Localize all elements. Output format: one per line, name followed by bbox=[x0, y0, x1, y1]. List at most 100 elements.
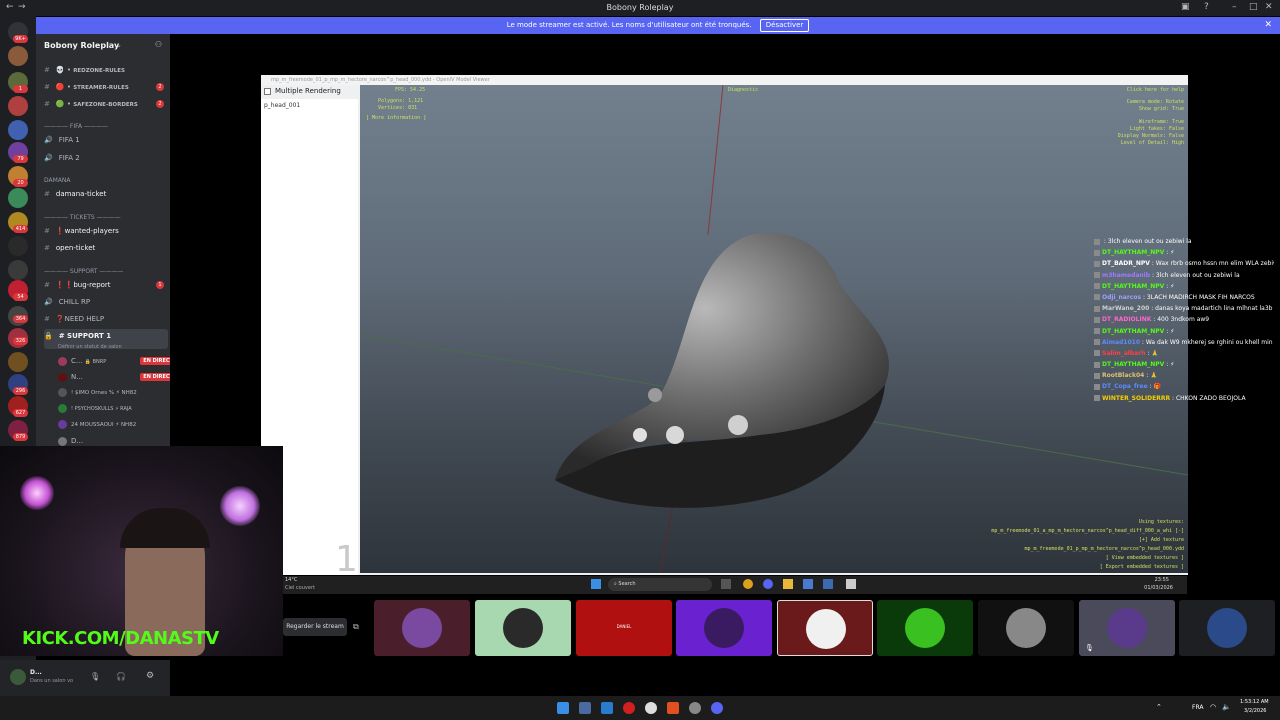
channel-streamer-rules[interactable]: # 🔴 • STREAMER-RULES 2 bbox=[44, 80, 168, 94]
tree-item[interactable]: p_head_001 bbox=[264, 102, 300, 109]
chevron-down-icon[interactable]: ⌄ bbox=[116, 41, 122, 49]
participant-tile[interactable] bbox=[978, 600, 1074, 656]
participant-tile[interactable]: DANIEL bbox=[576, 600, 672, 656]
setting-line[interactable]: Light fakes: False bbox=[1130, 126, 1184, 132]
texture-line[interactable]: [+] Add texture bbox=[1139, 537, 1184, 543]
voice-user[interactable]: ! $IMO Ornes % ⚡ NH82 bbox=[58, 386, 182, 400]
app-icon[interactable] bbox=[601, 702, 613, 714]
help-icon[interactable]: ? bbox=[1204, 2, 1209, 12]
more-information-link[interactable]: [ More information ] bbox=[366, 115, 426, 121]
server-icon[interactable] bbox=[8, 188, 28, 208]
channel-need-help[interactable]: # ❓NEED HELP bbox=[44, 312, 168, 326]
setting-line[interactable]: Camera mode: Rotate bbox=[1127, 99, 1184, 105]
checkbox-icon[interactable] bbox=[264, 88, 271, 95]
app-icon[interactable] bbox=[579, 702, 591, 714]
participant-tile[interactable] bbox=[676, 600, 772, 656]
settings-gear-icon[interactable]: ⚙ bbox=[146, 671, 154, 681]
category-support[interactable]: ———— SUPPORT ———— bbox=[44, 268, 123, 275]
participant-tile[interactable]: 🎙 bbox=[1079, 600, 1175, 656]
participant-tile[interactable] bbox=[777, 600, 873, 656]
server-icon[interactable] bbox=[8, 260, 28, 280]
chat-username[interactable]: DT_HAYTHAM_NPV bbox=[1102, 361, 1164, 368]
channel-safezone-borders[interactable]: # 🟢 • SAFEZONE-BORDERS 2 bbox=[44, 97, 168, 111]
tray-chevron-icon[interactable]: ⌃ bbox=[1156, 703, 1162, 711]
server-name[interactable]: Bobony Roleplay bbox=[44, 41, 119, 50]
search-box[interactable]: ⌕ Search bbox=[608, 578, 712, 591]
discord-icon[interactable] bbox=[711, 702, 723, 714]
setting-line[interactable]: Show grid: True bbox=[1139, 106, 1184, 112]
voice-user[interactable]: N... EN DIRECT bbox=[58, 370, 182, 384]
popout-icon[interactable]: ⧉ bbox=[353, 622, 359, 632]
chat-username[interactable]: WINTER_SOLIDERRR bbox=[1102, 395, 1170, 402]
setting-line[interactable]: Level of Detail: High bbox=[1121, 140, 1184, 146]
voice-user[interactable]: 24 MOUSSAOUI ⚡ NH82 bbox=[58, 418, 182, 432]
microphone-icon[interactable]: 🎙 bbox=[90, 672, 100, 681]
chat-username[interactable]: MarWane_200 bbox=[1102, 305, 1149, 312]
clock-date[interactable]: 3/2/2026 bbox=[1244, 708, 1266, 714]
start-icon[interactable] bbox=[591, 579, 601, 589]
close-window-icon[interactable]: ✕ bbox=[1265, 2, 1273, 12]
server-icon[interactable] bbox=[8, 352, 28, 372]
folder-icon[interactable] bbox=[783, 579, 793, 589]
texture-line[interactable]: mp_m_freemode_01_p_mp_m_hectore_narcos^p… bbox=[1024, 546, 1184, 552]
chat-username[interactable]: m3hamedanib bbox=[1102, 272, 1150, 279]
texture-line[interactable]: mp_m_freemode_01_a_mp_m_hectore_narcos^p… bbox=[991, 528, 1184, 534]
participant-tile[interactable] bbox=[475, 600, 571, 656]
model-viewport[interactable]: FPS: 54.25 Polygons: 1,121 Vertices: 831… bbox=[360, 85, 1188, 573]
maximize-icon[interactable]: □ bbox=[1249, 2, 1258, 12]
watch-stream-button[interactable]: Regarder le stream bbox=[283, 618, 347, 636]
chat-username[interactable]: RootBlack04 bbox=[1102, 372, 1144, 379]
channel-wanted-players[interactable]: # ❗wanted-players bbox=[44, 224, 168, 238]
voice-channel-fifa2[interactable]: 🔊 FIFA 2 bbox=[44, 151, 168, 165]
server-icon[interactable] bbox=[8, 96, 28, 116]
participant-tile[interactable] bbox=[1179, 600, 1275, 656]
app-icon[interactable] bbox=[803, 579, 813, 589]
multiple-rendering-checkbox[interactable]: Multiple Rendering bbox=[261, 85, 358, 98]
taskview-icon[interactable] bbox=[721, 579, 731, 589]
brave-icon[interactable] bbox=[667, 702, 679, 714]
app-icon[interactable] bbox=[823, 579, 833, 589]
voice-user[interactable]: C... 🔒 BNRP EN DIRECT bbox=[58, 354, 182, 368]
wifi-icon[interactable]: ◠ bbox=[1210, 703, 1216, 711]
app-icon[interactable] bbox=[689, 702, 701, 714]
minimize-icon[interactable]: – bbox=[1232, 2, 1237, 12]
texture-line[interactable]: [ Export embedded textures ] bbox=[1100, 564, 1184, 570]
disable-streamer-button[interactable]: Désactiver bbox=[759, 19, 810, 32]
channel-status-hint[interactable]: Définir un statut de salon bbox=[58, 340, 182, 354]
app-icon[interactable] bbox=[645, 702, 657, 714]
server-icon[interactable] bbox=[8, 120, 28, 140]
chrome-icon[interactable] bbox=[743, 579, 753, 589]
app-icon[interactable] bbox=[846, 579, 856, 589]
category-tickets[interactable]: ———— TICKETS ———— bbox=[44, 214, 121, 221]
chat-username[interactable]: DT_Copa_free bbox=[1102, 383, 1148, 390]
setting-line[interactable]: Display Normals: False bbox=[1118, 133, 1184, 139]
chat-username[interactable]: DT_HAYTHAM_NPV bbox=[1102, 283, 1164, 290]
add-member-icon[interactable]: ⚇ bbox=[155, 40, 162, 49]
category-damana[interactable]: DAMANA bbox=[44, 177, 71, 184]
start-icon[interactable] bbox=[557, 702, 569, 714]
participant-tile[interactable] bbox=[877, 600, 973, 656]
voice-user[interactable]: ! PSYCHOSKULLS ⚡ RAJA bbox=[58, 402, 182, 416]
channel-open-ticket[interactable]: # open-ticket bbox=[44, 241, 168, 255]
volume-icon[interactable]: 🔈 bbox=[1222, 703, 1231, 711]
chat-username[interactable]: DT_HAYTHAM_NPV bbox=[1102, 249, 1164, 256]
texture-line[interactable]: [ View embedded textures ] bbox=[1106, 555, 1184, 561]
help-link[interactable]: Click here for help bbox=[1127, 87, 1184, 93]
setting-line[interactable]: Wireframe: True bbox=[1139, 119, 1184, 125]
language-indicator[interactable]: FRA bbox=[1192, 704, 1203, 711]
chat-username[interactable]: Salim_albarh bbox=[1102, 350, 1145, 357]
chat-username[interactable]: Odji_narcos bbox=[1102, 294, 1141, 301]
server-icon[interactable] bbox=[8, 46, 28, 66]
app-icon[interactable] bbox=[623, 702, 635, 714]
chat-username[interactable]: DT_HAYTHAM_NPV bbox=[1102, 328, 1164, 335]
voice-channel-chill-rp[interactable]: 🔊 CHILL RP bbox=[44, 295, 168, 309]
voice-channel-fifa1[interactable]: 🔊 FIFA 1 bbox=[44, 133, 168, 147]
clock-time[interactable]: 1:53:12 AM bbox=[1240, 699, 1269, 705]
inbox-icon[interactable]: ▣ bbox=[1181, 2, 1190, 12]
channel-redzone-rules[interactable]: # 💀 • REDZONE-RULES bbox=[44, 63, 168, 77]
chat-username[interactable]: DT_RADIOLINK bbox=[1102, 316, 1151, 323]
channel-bug-report[interactable]: # ❗❗bug-report 1 bbox=[44, 278, 168, 292]
avatar[interactable] bbox=[10, 669, 26, 685]
category-fifa[interactable]: ———— FIFA ———— bbox=[44, 123, 108, 130]
server-icon[interactable] bbox=[8, 236, 28, 256]
